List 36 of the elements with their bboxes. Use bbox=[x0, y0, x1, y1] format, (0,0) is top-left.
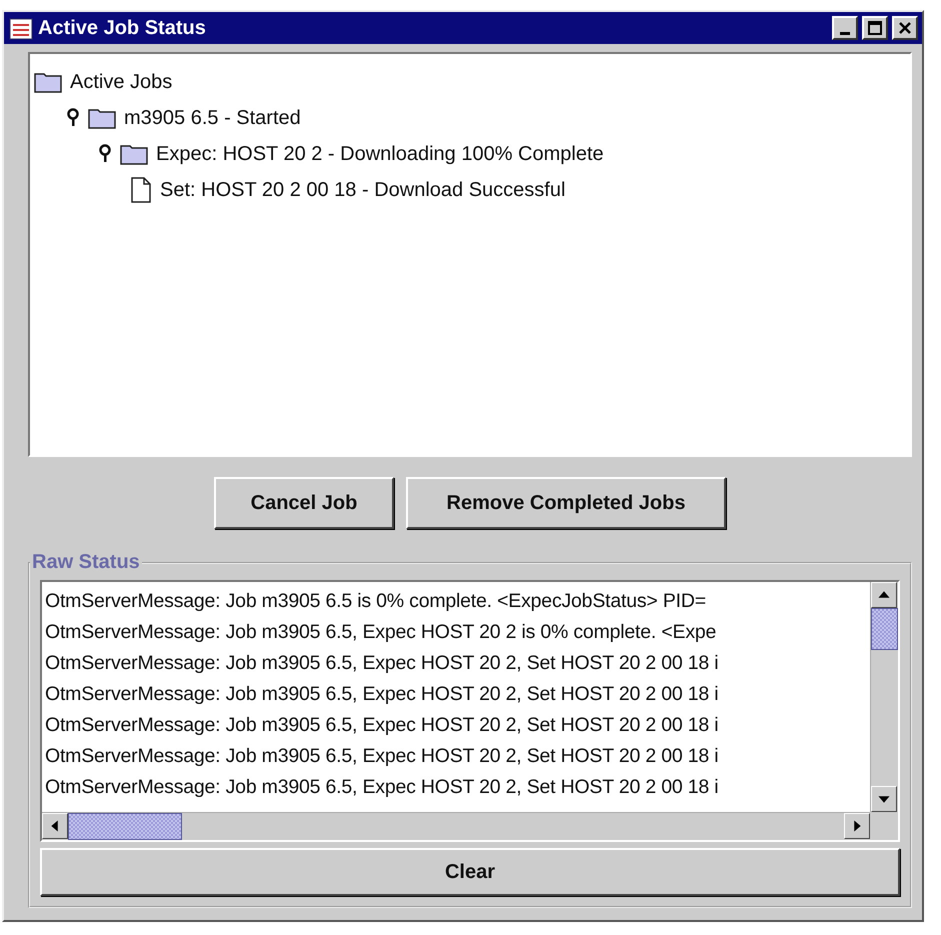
vertical-scrollbar[interactable] bbox=[870, 582, 898, 812]
expand-handle-icon[interactable] bbox=[98, 144, 112, 164]
maximize-icon bbox=[868, 21, 882, 35]
window-title: Active Job Status bbox=[38, 16, 207, 40]
close-icon bbox=[898, 21, 912, 35]
log-line: OtmServerMessage: Job m3905 6.5 is 0% complete. <ExpecJobStatus> PID= bbox=[45, 589, 707, 614]
tree-node-label[interactable]: Set: HOST 20 2 00 18 - Download Successful bbox=[160, 178, 566, 202]
log-line: OtmServerMessage: Job m3905 6.5, Expec HOST 20 2, Set HOST 20 2 00 18 i bbox=[45, 651, 720, 676]
group-title: Raw Status bbox=[31, 551, 141, 574]
log-line: OtmServerMessage: Job m3905 6.5, Expec HOST 20 2, Set HOST 20 2 00 18 i bbox=[45, 682, 720, 707]
tree-node-label[interactable]: Expec: HOST 20 2 - Downloading 100% Complete bbox=[156, 142, 604, 166]
minimize-icon bbox=[840, 32, 850, 34]
tree-node-label[interactable]: m3905 6.5 - Started bbox=[124, 106, 301, 130]
scroll-thumb[interactable] bbox=[68, 813, 182, 840]
folder-icon bbox=[120, 143, 148, 165]
log-line: OtmServerMessage: Job m3905 6.5, Expec HOST 20 2, Set HOST 20 2 00 18 i bbox=[45, 713, 720, 738]
log-line: OtmServerMessage: Job m3905 6.5, Expec HOST 20 2, Set HOST 20 2 00 18 i bbox=[45, 775, 720, 800]
scroll-thumb[interactable] bbox=[871, 608, 898, 650]
expand-handle-icon[interactable] bbox=[66, 108, 80, 128]
folder-icon bbox=[34, 71, 62, 93]
scroll-up-icon[interactable] bbox=[871, 582, 897, 608]
scroll-right-icon[interactable] bbox=[844, 813, 870, 839]
scroll-left-icon[interactable] bbox=[42, 813, 68, 839]
tree-node-label[interactable]: Active Jobs bbox=[70, 70, 172, 94]
action-button[interactable]: Remove Completed Jobs bbox=[406, 477, 726, 529]
minimize-button[interactable] bbox=[832, 16, 858, 40]
scroll-down-icon[interactable] bbox=[871, 786, 897, 812]
file-icon bbox=[130, 177, 152, 203]
horizontal-scrollbar[interactable] bbox=[42, 812, 870, 840]
action-button[interactable]: Cancel Job bbox=[214, 477, 394, 529]
log-line: OtmServerMessage: Job m3905 6.5, Expec HOST 20 2 is 0% complete. <Expe bbox=[45, 620, 718, 645]
folder-icon bbox=[88, 107, 116, 129]
maximize-button[interactable] bbox=[862, 16, 888, 40]
log-line: OtmServerMessage: Job m3905 6.5, Expec HOST 20 2, Set HOST 20 2 00 18 i bbox=[45, 744, 720, 769]
close-button[interactable] bbox=[892, 16, 918, 40]
clear-button[interactable]: Clear bbox=[40, 848, 900, 896]
